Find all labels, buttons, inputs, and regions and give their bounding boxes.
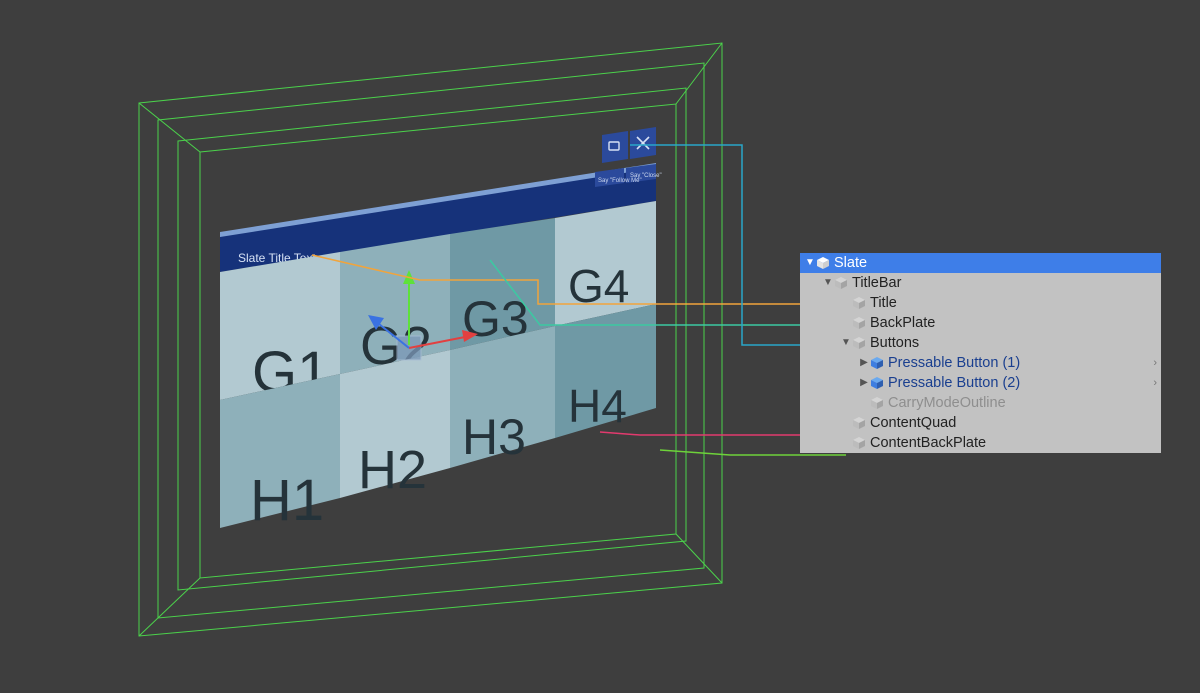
hierarchy-item-label: CarryModeOutline (888, 393, 1157, 413)
gameobject-cube-icon (816, 256, 830, 270)
prefab-open-icon[interactable]: › (1145, 353, 1157, 373)
gameobject-cube-icon (834, 276, 848, 290)
grid-cell-h3: H3 (462, 409, 526, 465)
gameobject-cube-icon (852, 336, 866, 350)
expand-arrow-icon[interactable]: ▼ (822, 273, 834, 293)
hierarchy-item-label: TitleBar (852, 273, 1157, 293)
titlebar-buttons: Say "Follow Me" Say "Close" (595, 127, 662, 187)
hierarchy-item-label: ContentBackPlate (870, 433, 1157, 453)
grid-cell-h2: H2 (358, 440, 427, 500)
gameobject-cube-icon (852, 316, 866, 330)
follow-button[interactable] (602, 131, 628, 163)
hierarchy-item-backplate[interactable]: BackPlate (800, 313, 1161, 333)
grid-cell-h4: H4 (568, 380, 627, 432)
hierarchy-item-label: ContentQuad (870, 413, 1157, 433)
hierarchy-item-label: Pressable Button (2) (888, 373, 1145, 393)
hierarchy-item-label: Pressable Button (1) (888, 353, 1145, 373)
hierarchy-item-label: Slate (834, 253, 1157, 273)
expand-arrow-icon[interactable]: ▼ (804, 253, 816, 273)
gameobject-cube-icon (870, 396, 884, 410)
gameobject-cube-icon (870, 376, 884, 390)
expand-arrow-icon[interactable]: ▶ (858, 373, 870, 393)
expand-arrow-icon[interactable]: ▼ (840, 333, 852, 353)
hierarchy-item-carrymodeoutline[interactable]: CarryModeOutline (800, 393, 1161, 413)
gameobject-cube-icon (852, 296, 866, 310)
prefab-open-icon[interactable]: › (1145, 373, 1157, 393)
hierarchy-item-pressable-button-1-[interactable]: ▶ Pressable Button (1)› (800, 353, 1161, 373)
hierarchy-item-label: BackPlate (870, 313, 1157, 333)
hierarchy-item-buttons[interactable]: ▼ Buttons (800, 333, 1161, 353)
grid-cell-h1: H1 (250, 468, 324, 533)
close-hint: Say "Close" (630, 173, 662, 179)
gameobject-cube-icon (852, 416, 866, 430)
hierarchy-item-pressable-button-2-[interactable]: ▶ Pressable Button (2)› (800, 373, 1161, 393)
hierarchy-item-contentbackplate[interactable]: ContentBackPlate (800, 433, 1161, 453)
hierarchy-item-titlebar[interactable]: ▼ TitleBar (800, 273, 1161, 293)
slate: Say "Follow Me" Say "Close" Slate Title … (220, 127, 662, 533)
hierarchy-item-slate[interactable]: ▼ Slate (800, 253, 1161, 273)
hierarchy-panel[interactable]: ▼ Slate▼ TitleBar Title BackPlate▼ Butto… (800, 253, 1161, 453)
gameobject-cube-icon (870, 356, 884, 370)
hierarchy-item-contentquad[interactable]: ContentQuad (800, 413, 1161, 433)
hierarchy-item-label: Title (870, 293, 1157, 313)
hierarchy-item-label: Buttons (870, 333, 1157, 353)
hierarchy-item-title[interactable]: Title (800, 293, 1161, 313)
gameobject-cube-icon (852, 436, 866, 450)
expand-arrow-icon[interactable]: ▶ (858, 353, 870, 373)
